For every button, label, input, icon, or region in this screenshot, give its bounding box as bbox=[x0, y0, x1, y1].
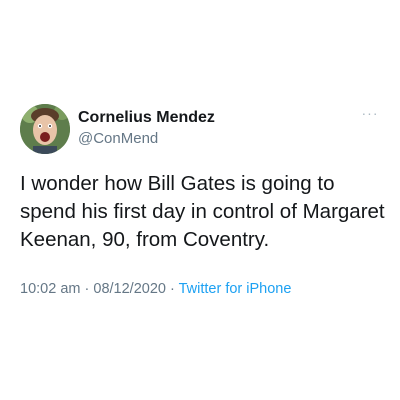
author-name[interactable]: Cornelius Mendez bbox=[78, 108, 215, 128]
meta-separator: · bbox=[169, 281, 175, 297]
tweet-date[interactable]: 08/12/2020 bbox=[93, 281, 166, 297]
tweet-card: Cornelius Mendez @ConMend ··· I wonder h… bbox=[0, 0, 400, 400]
more-options-icon[interactable]: ··· bbox=[360, 106, 380, 120]
tweet-time[interactable]: 10:02 am bbox=[20, 281, 80, 297]
meta-separator: · bbox=[84, 281, 90, 297]
author-handle[interactable]: @ConMend bbox=[78, 129, 158, 149]
tweet-source-link[interactable]: Twitter for iPhone bbox=[179, 281, 292, 297]
tweet-text: I wonder how Bill Gates is going to spen… bbox=[20, 172, 385, 251]
tweet-meta: 10:02 am · 08/12/2020 · Twitter for iPho… bbox=[20, 279, 291, 299]
avatar[interactable] bbox=[20, 104, 70, 154]
